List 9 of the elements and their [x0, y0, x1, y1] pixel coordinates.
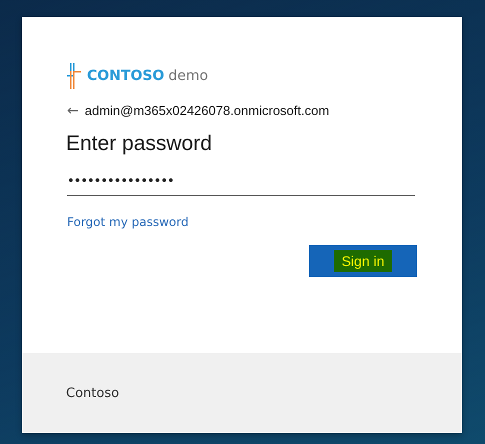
logo-brand: CONTOSO — [87, 68, 164, 84]
back-button[interactable]: ← — [67, 104, 79, 118]
logo-icon — [67, 63, 81, 89]
logo-suffix: demo — [168, 68, 208, 84]
account-email: admin@m365x02426078.onmicrosoft.com — [84, 103, 330, 118]
footer-text: Contoso — [66, 386, 120, 400]
page-title: Enter password — [66, 132, 213, 156]
sign-in-button[interactable]: Sign in — [309, 245, 417, 277]
forgot-password-link[interactable]: Forgot my password — [67, 215, 189, 229]
